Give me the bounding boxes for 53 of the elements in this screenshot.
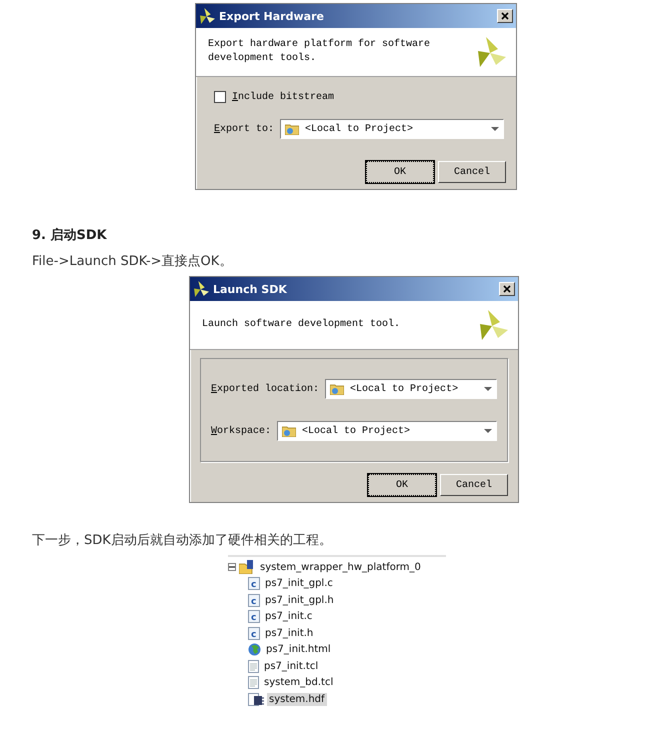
dropdown-arrow-icon — [491, 127, 499, 131]
paragraph: 下一步，SDK启动后就自动添加了硬件相关的工程。 — [32, 532, 333, 549]
field-label: Export to: — [214, 124, 274, 134]
app-icon — [193, 281, 209, 297]
checkbox-label: Include bitstream — [232, 92, 334, 102]
c-file-icon: c — [248, 594, 260, 607]
project-folder-icon — [239, 560, 255, 574]
folder-icon — [285, 123, 300, 135]
tree-item[interactable]: ps7_init.html — [264, 643, 333, 656]
app-icon — [199, 8, 215, 24]
hardware-file-icon — [248, 692, 264, 706]
logo-icon — [476, 37, 506, 67]
dropdown[interactable]: <Local to Project> — [325, 379, 497, 399]
tree-item[interactable]: ps7_init_gpl.c — [263, 577, 335, 590]
tree-item[interactable]: system_wrapper_hw_platform_0 — [258, 560, 423, 574]
folder-icon — [282, 425, 296, 437]
tree-item[interactable]: ps7_init.h — [263, 626, 316, 640]
dialog-button[interactable]: Cancel — [438, 161, 506, 183]
close-icon — [503, 285, 511, 293]
field-label: Workspace: — [211, 426, 272, 436]
close-icon — [501, 12, 509, 20]
field-label: Exported location: — [211, 384, 320, 394]
dialog-button[interactable]: OK — [368, 474, 436, 496]
tree-item[interactable]: ps7_init.tcl — [262, 660, 320, 673]
minus-icon — [229, 564, 235, 570]
paragraph: File->Launch SDK->直接点OK。 — [32, 253, 234, 270]
tree-item[interactable]: system_bd.tcl — [262, 676, 336, 690]
dropdown[interactable]: <Local to Project> — [280, 119, 504, 139]
section-heading: 9. 启动SDK — [32, 226, 108, 244]
text-file-icon — [248, 660, 259, 673]
description: Launch software development tool. — [202, 318, 400, 332]
description: Export hardware platform for software development tools. — [208, 38, 432, 66]
globe-icon — [248, 643, 261, 656]
dialog-button[interactable]: OK — [366, 161, 434, 183]
c-file-icon: c — [248, 626, 260, 640]
close-button[interactable] — [497, 9, 513, 23]
logo-icon — [478, 310, 508, 340]
tree-item[interactable]: ps7_init.c — [263, 610, 314, 624]
text-file-icon — [248, 676, 259, 690]
c-file-icon: c — [248, 577, 260, 590]
close-button[interactable] — [499, 282, 515, 296]
tree-item[interactable]: system.hdf — [267, 692, 327, 706]
dropdown-arrow-icon — [484, 387, 492, 391]
c-file-icon: c — [248, 610, 260, 624]
tree-item[interactable]: ps7_init_gpl.h — [263, 594, 336, 607]
folder-icon — [330, 383, 344, 395]
checkbox[interactable] — [214, 91, 226, 103]
collapse-toggle[interactable] — [228, 563, 236, 572]
window-title: Export Hardware — [219, 10, 324, 22]
dropdown-arrow-icon — [484, 429, 492, 433]
window-title: Launch SDK — [213, 282, 287, 296]
dialog-button[interactable]: Cancel — [440, 474, 508, 496]
dropdown[interactable]: <Local to Project> — [277, 421, 497, 441]
